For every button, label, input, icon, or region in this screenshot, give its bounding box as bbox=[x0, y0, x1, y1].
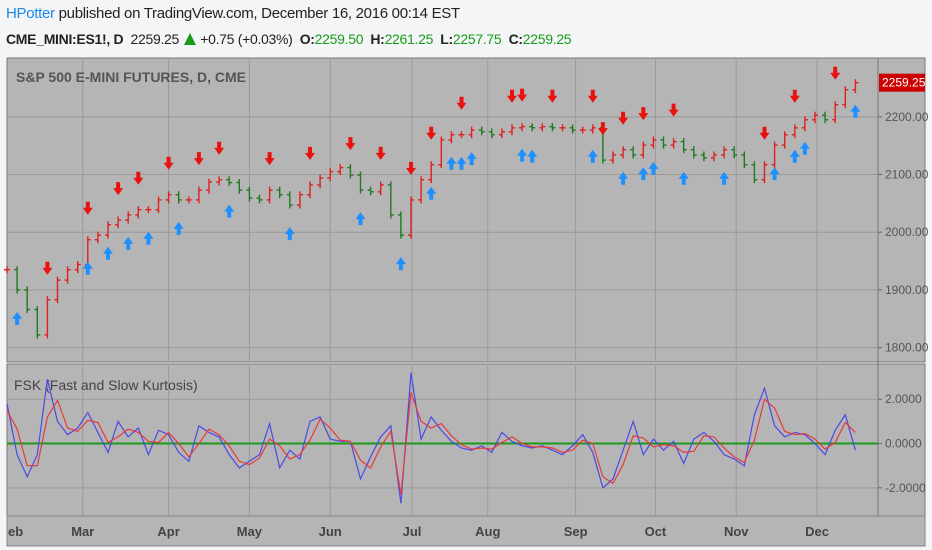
month-label: Oct bbox=[645, 524, 667, 539]
month-label: Aug bbox=[475, 524, 500, 539]
oscillator-tick-label: 0.0000 bbox=[885, 437, 922, 451]
price-tick-label: 2100.00 bbox=[885, 168, 929, 182]
chart-canvas[interactable]: eb Mar Apr May Jun Jul Aug Sep Oct Nov Dec 2200.00 2… bbox=[0, 0, 932, 550]
chart-snapshot: HPotter published on TradingView.com, De… bbox=[0, 0, 932, 550]
last-price-label: 2259.25 bbox=[882, 76, 926, 90]
time-axis bbox=[6, 515, 926, 547]
oscillator-tick-label: -2.0000 bbox=[885, 481, 926, 495]
month-label: May bbox=[237, 524, 263, 539]
price-tick-label: 1900.00 bbox=[885, 283, 929, 297]
month-label: Sep bbox=[564, 524, 588, 539]
month-label: Jun bbox=[319, 524, 342, 539]
month-label: Mar bbox=[71, 524, 94, 539]
price-pane-title: S&P 500 E-MINI FUTURES, D, CME bbox=[16, 69, 246, 85]
oscillator-pane-title: FSK (Fast and Slow Kurtosis) bbox=[14, 377, 198, 393]
price-tick-label: 1800.00 bbox=[885, 341, 929, 355]
month-label: Dec bbox=[805, 524, 829, 539]
month-label: Nov bbox=[724, 524, 749, 539]
price-pane bbox=[6, 57, 926, 363]
price-tick-label: 2000.00 bbox=[885, 225, 929, 239]
month-label: Apr bbox=[157, 524, 179, 539]
month-label: eb bbox=[8, 524, 23, 539]
month-label: Jul bbox=[403, 524, 422, 539]
price-tick-label: 2200.00 bbox=[885, 110, 929, 124]
oscillator-tick-label: 2.0000 bbox=[885, 392, 922, 406]
